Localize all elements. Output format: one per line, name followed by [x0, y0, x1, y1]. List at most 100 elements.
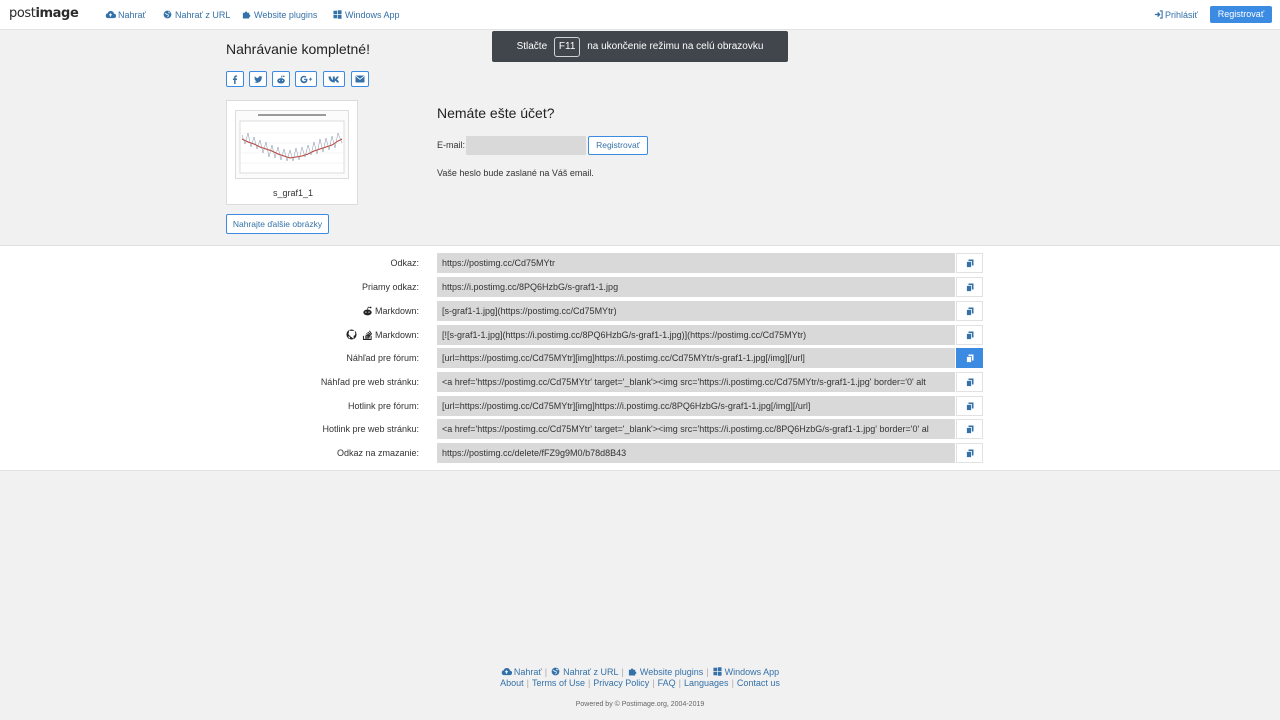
separator: | — [587, 678, 591, 688]
copy-button[interactable] — [956, 301, 983, 321]
footer-windows-app-label: Windows App — [724, 667, 780, 677]
markdown-github-field[interactable]: [![s-graf1-1.jpg](https://i.postimg.cc/8… — [437, 325, 955, 345]
sign-in-icon — [1154, 10, 1163, 19]
link-row-direct: Priamy odkaz: https://i.postimg.cc/8PQ6H… — [0, 277, 1280, 297]
web-hotlink-field[interactable]: <a href='https://postimg.cc/Cd75MYtr' ta… — [437, 419, 955, 439]
web-hotlink-label: Hotlink pre web stránku: — [322, 424, 419, 434]
share-email-button[interactable] — [351, 71, 369, 87]
share-twitter-button[interactable] — [249, 71, 267, 87]
copy-button[interactable] — [956, 325, 983, 345]
no-account-title: Nemáte ešte účet? — [437, 105, 555, 121]
direct-link-field[interactable]: https://i.postimg.cc/8PQ6HzbG/s-graf1-1.… — [437, 277, 955, 297]
share-reddit-button[interactable] — [272, 71, 290, 87]
copy-icon — [965, 378, 973, 387]
separator: | — [706, 667, 709, 677]
puzzle-icon — [628, 668, 637, 676]
postimage-logo[interactable]: postimage — [9, 6, 79, 22]
forum-hotlink-field[interactable]: [url=https://postimg.cc/Cd75MYtr][img]ht… — [437, 396, 955, 416]
copy-icon — [965, 283, 973, 292]
copy-icon — [965, 402, 973, 411]
copy-button-active[interactable] — [956, 348, 983, 368]
password-note: Vaše heslo bude zaslané na Váš email. — [437, 168, 594, 178]
footer-links: About | Terms of Use | Privacy Policy | FAQ | La… — [0, 677, 1280, 689]
footer-contact-link[interactable]: Contact us — [737, 678, 780, 688]
fullscreen-notice-after: na ukončenie režimu na celú obrazovku — [587, 41, 764, 52]
footer-upload-url-label: Nahrať z URL — [563, 667, 619, 677]
nav-website-plugins-label: Website plugins — [254, 10, 318, 20]
delete-link-label: Odkaz na zmazanie: — [336, 448, 419, 458]
nav-upload-url-label: Nahrať z URL — [175, 10, 231, 20]
copy-button[interactable] — [956, 372, 983, 392]
twitter-icon — [253, 76, 263, 83]
web-thumbnail-field[interactable]: <a href='https://postimg.cc/Cd75MYtr' ta… — [437, 372, 955, 392]
copy-button[interactable] — [956, 443, 983, 463]
forum-thumbnail-field[interactable]: [url=https://postimg.cc/Cd75MYtr][img]ht… — [437, 348, 955, 368]
link-row-forum-thumbnail: Náhľad pre fórum: [url=https://postimg.c… — [0, 348, 1280, 368]
windows-icon — [333, 10, 342, 19]
copy-button[interactable] — [956, 253, 983, 273]
nav-upload-label: Nahrať — [118, 10, 146, 20]
footer-privacy-link[interactable]: Privacy Policy — [593, 678, 649, 688]
nav-windows-app[interactable]: Windows App — [332, 9, 400, 21]
copy-button[interactable] — [956, 277, 983, 297]
separator: | — [652, 678, 655, 688]
footer-plugins-link[interactable]: Website plugins — [627, 667, 703, 677]
footer-languages-link[interactable]: Languages — [684, 678, 729, 688]
link-row-markdown-github: Markdown: [![s-graf1-1.jpg](https://i.po… — [0, 325, 1280, 345]
upload-complete-title: Nahrávanie kompletné! — [226, 41, 370, 57]
share-facebook-button[interactable] — [226, 71, 244, 87]
link-label: Odkaz: — [390, 258, 419, 268]
powered-by: Powered by © Postimage.org, 2004-2019 — [575, 701, 705, 708]
link-row-delete: Odkaz na zmazanie: https://postimg.cc/de… — [0, 443, 1280, 463]
reddit-icon — [277, 75, 285, 84]
logo-text-bold: image — [35, 6, 79, 21]
markdown-github-label: Markdown: — [346, 329, 419, 341]
link-field[interactable]: https://postimg.cc/Cd75MYtr — [437, 253, 955, 273]
separator: | — [731, 678, 734, 688]
markdown-reddit-field[interactable]: [s-graf1-1.jpg](https://postimg.cc/Cd75M… — [437, 301, 955, 321]
f11-key: F11 — [553, 37, 581, 57]
logo-text-light: post — [9, 6, 36, 21]
link-row-link: Odkaz: https://postimg.cc/Cd75MYtr — [0, 253, 1280, 273]
register-button-top[interactable]: Registrovať — [1210, 6, 1272, 23]
copy-icon — [965, 425, 973, 434]
link-row-markdown-reddit: Markdown: [s-graf1-1.jpg](https://postim… — [0, 301, 1280, 321]
windows-icon — [713, 667, 722, 676]
facebook-icon — [232, 75, 238, 84]
register-button[interactable]: Registrovať — [588, 136, 648, 155]
copy-icon — [965, 259, 973, 268]
reddit-icon — [363, 306, 372, 316]
markdown-reddit-label-text: Markdown: — [374, 306, 419, 316]
forum-hotlink-label: Hotlink pre fórum: — [347, 401, 419, 411]
copy-button[interactable] — [956, 419, 983, 439]
upload-more-button[interactable]: Nahrajte ďalšie obrázky — [226, 214, 329, 234]
delete-link-field[interactable]: https://postimg.cc/delete/fFZ9g9M0/b78d8… — [437, 443, 955, 463]
separator: | — [678, 678, 682, 688]
globe-icon — [551, 667, 560, 676]
copy-icon — [965, 449, 973, 458]
share-vk-button[interactable] — [323, 71, 345, 87]
email-icon — [355, 75, 365, 83]
cloud-upload-icon — [501, 667, 512, 676]
fullscreen-notice-before: Stlačte — [516, 41, 548, 52]
footer-terms-link[interactable]: Terms of Use — [532, 678, 585, 688]
cloud-upload-icon — [105, 10, 116, 19]
footer-upload-link[interactable]: Nahrať — [501, 667, 542, 677]
footer-faq-link[interactable]: FAQ — [658, 678, 676, 688]
uploaded-image-thumbnail[interactable] — [235, 110, 349, 179]
email-field[interactable] — [466, 136, 586, 155]
footer-windows-app-link[interactable]: Windows App — [712, 667, 780, 677]
footer-upload-url-link[interactable]: Nahrať z URL — [550, 667, 619, 677]
share-google-plus-button[interactable] — [295, 71, 317, 87]
login-label: Prihlásiť — [1165, 10, 1198, 20]
nav-upload-url[interactable]: Nahrať z URL — [162, 9, 230, 21]
email-label: E-mail: — [437, 140, 466, 150]
nav-website-plugins[interactable]: Website plugins — [241, 9, 317, 21]
copy-button[interactable] — [956, 396, 983, 416]
nav-upload[interactable]: Nahrať — [105, 9, 146, 21]
footer-about-link[interactable]: About — [500, 678, 524, 688]
link-row-forum-hotlink: Hotlink pre fórum: [url=https://postimg.… — [0, 396, 1280, 416]
copy-icon — [965, 307, 973, 316]
separator: | — [544, 667, 548, 677]
login-link[interactable]: Prihlásiť — [1154, 9, 1198, 21]
